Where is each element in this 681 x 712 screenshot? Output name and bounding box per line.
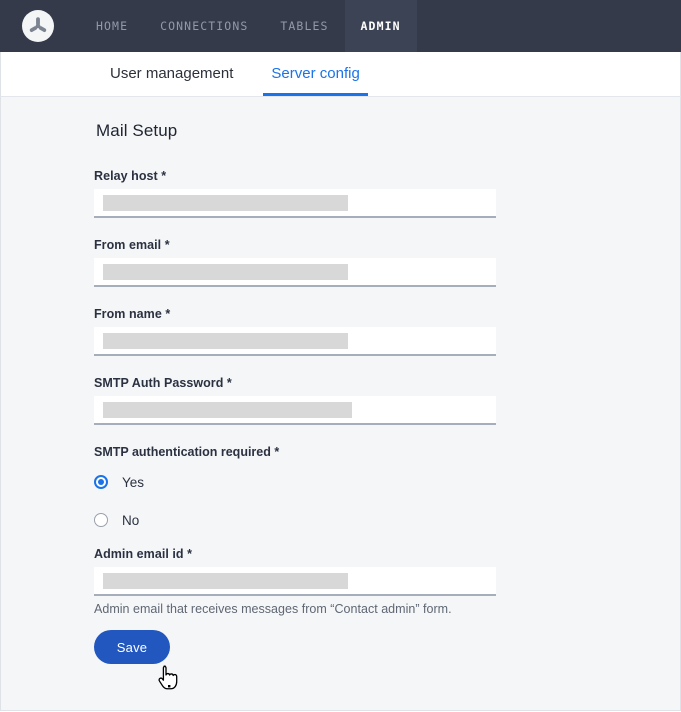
label-smtp-auth-required: SMTP authentication required * bbox=[94, 445, 280, 459]
input-admin-email-id[interactable] bbox=[94, 567, 496, 596]
label-admin-email-id: Admin email id * bbox=[94, 547, 193, 561]
admin-server-config-page: HOME CONNECTIONS TABLES ADMIN User manag… bbox=[0, 0, 681, 712]
propeller-logo-icon[interactable] bbox=[22, 10, 54, 42]
redacted-value bbox=[103, 263, 348, 280]
redacted-value bbox=[103, 401, 352, 418]
field-from-name: From name * bbox=[94, 307, 496, 356]
nav-item-home[interactable]: HOME bbox=[80, 0, 144, 52]
radio-unselected-icon[interactable] bbox=[94, 513, 108, 527]
admin-email-help-text: Admin email that receives messages from … bbox=[94, 602, 452, 616]
nav-item-connections[interactable]: CONNECTIONS bbox=[144, 0, 264, 52]
field-from-email: From email * bbox=[94, 238, 496, 287]
field-smtp-auth-password: SMTP Auth Password * bbox=[94, 376, 496, 425]
page-title: Mail Setup bbox=[96, 121, 178, 140]
tab-user-management[interactable]: User management bbox=[102, 66, 241, 96]
field-relay-host: Relay host * bbox=[94, 169, 496, 218]
input-smtp-auth-password[interactable] bbox=[94, 396, 496, 425]
input-from-name[interactable] bbox=[94, 327, 496, 356]
redacted-value bbox=[103, 194, 348, 211]
redacted-value bbox=[103, 332, 348, 349]
radio-option-yes-label: Yes bbox=[122, 474, 145, 490]
input-relay-host[interactable] bbox=[94, 189, 496, 218]
server-config-form-panel: Mail Setup Relay host * From email * Fro… bbox=[0, 97, 681, 711]
redacted-value bbox=[103, 572, 348, 589]
radio-option-yes[interactable]: Yes bbox=[94, 471, 680, 493]
nav-item-tables[interactable]: TABLES bbox=[264, 0, 344, 52]
sub-tab-bar: User management Server config bbox=[0, 52, 681, 97]
radio-group-smtp-auth-required: SMTP authentication required * Yes No bbox=[94, 445, 680, 531]
label-from-email: From email * bbox=[94, 238, 170, 252]
radio-option-no-label: No bbox=[122, 512, 140, 528]
radio-option-no[interactable]: No bbox=[94, 509, 680, 531]
nav-items: HOME CONNECTIONS TABLES ADMIN bbox=[80, 0, 417, 52]
save-button[interactable]: Save bbox=[94, 630, 170, 664]
label-from-name: From name * bbox=[94, 307, 171, 321]
input-from-email[interactable] bbox=[94, 258, 496, 287]
tab-server-config[interactable]: Server config bbox=[263, 66, 368, 96]
nav-item-admin[interactable]: ADMIN bbox=[344, 0, 417, 52]
top-navigation-bar: HOME CONNECTIONS TABLES ADMIN bbox=[0, 0, 681, 52]
label-smtp-auth-password: SMTP Auth Password * bbox=[94, 376, 232, 390]
field-admin-email-id: Admin email id * Admin email that receiv… bbox=[94, 547, 496, 616]
radio-selected-icon[interactable] bbox=[94, 475, 108, 489]
label-relay-host: Relay host * bbox=[94, 169, 167, 183]
